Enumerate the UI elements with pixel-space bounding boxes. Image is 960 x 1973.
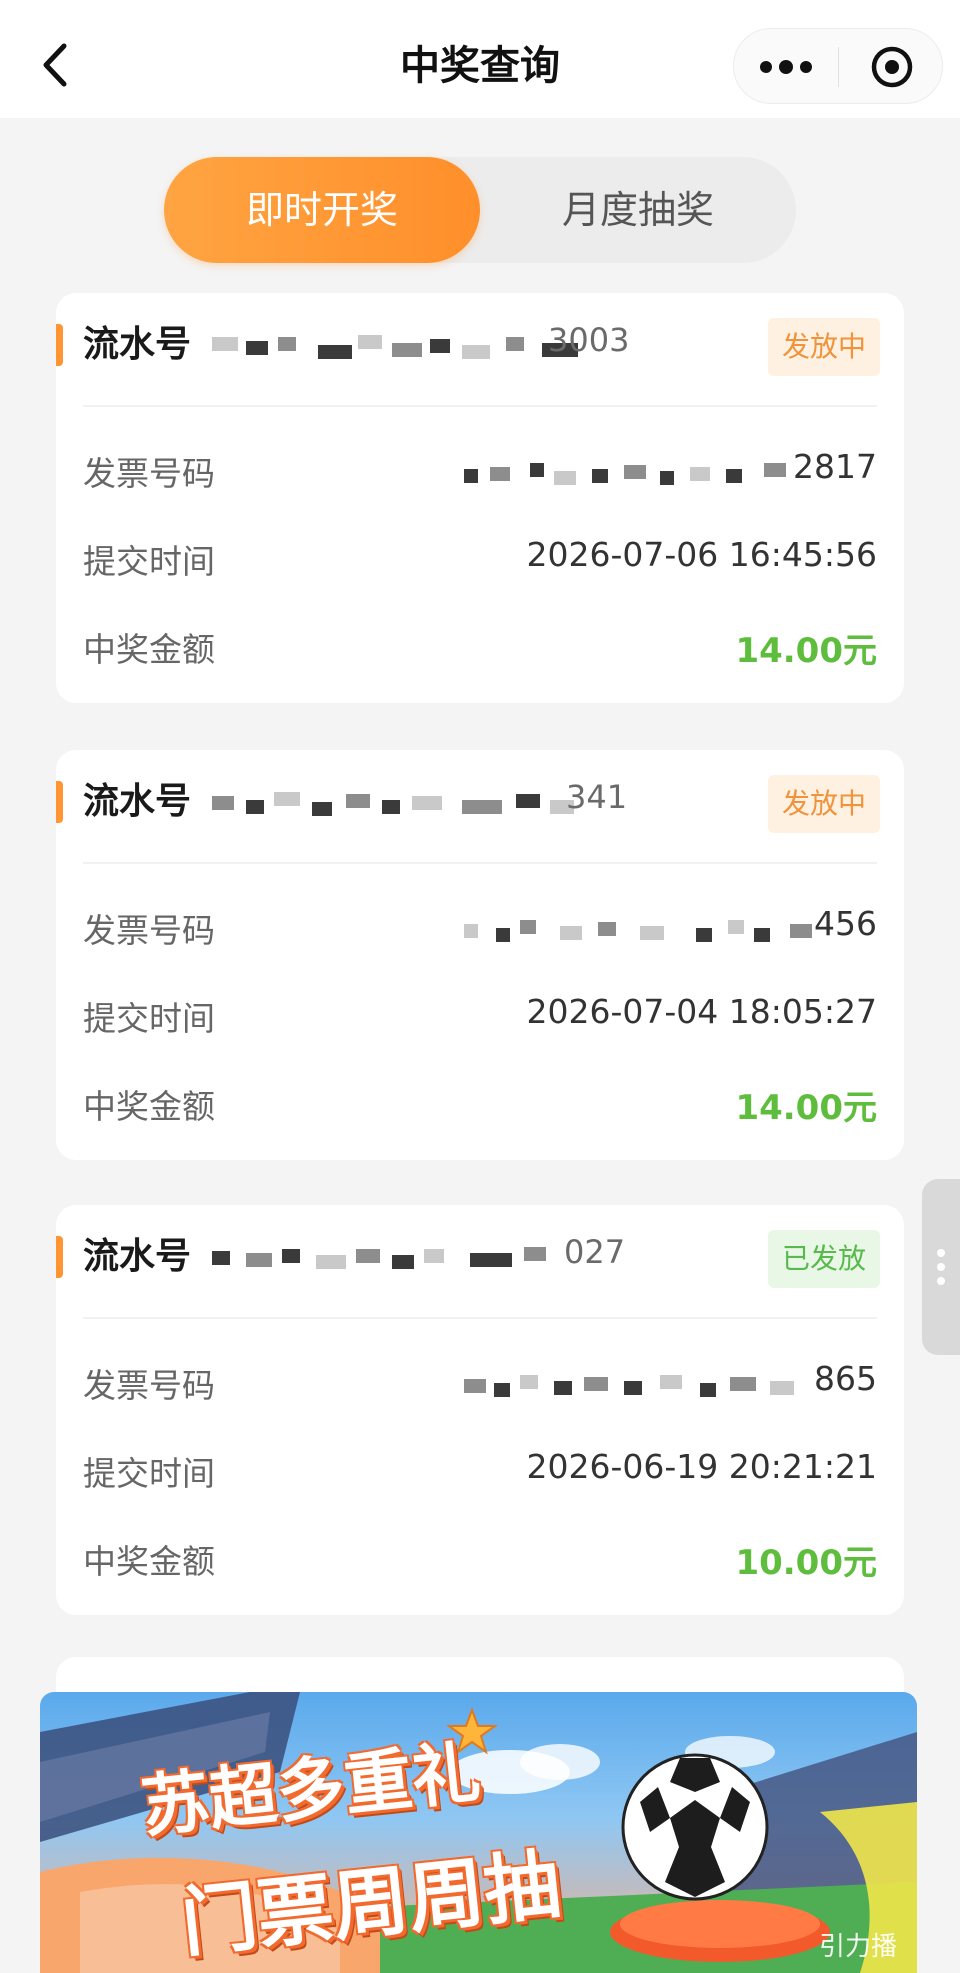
submit-time-value: 2026-07-04 18:05:27	[526, 992, 877, 1031]
promo-banner[interactable]: 苏超多重礼 门票周周抽 引力播	[40, 1692, 917, 1973]
invoice-number-mosaic	[464, 459, 844, 491]
nav-bar: 中奖查询	[0, 0, 960, 118]
vertical-dots-icon	[937, 1249, 945, 1285]
more-button[interactable]	[734, 29, 838, 105]
submit-time-value: 2026-07-06 16:45:56	[526, 535, 877, 574]
serial-number-suffix: 341	[566, 778, 628, 816]
invoice-number-label: 发票号码	[83, 454, 215, 493]
back-button[interactable]	[36, 40, 76, 90]
invoice-number-suffix: 865	[814, 1359, 877, 1398]
prize-record-card[interactable]: 流水号 3003 发放中 发票号码 2817 提交时间 2026-07-06 1…	[56, 293, 904, 703]
prize-record-card[interactable]: 流水号 027 已发放 发票号码 865 提交时间 2026-06-19 20:…	[56, 1205, 904, 1615]
prize-amount-value: 14.00元	[735, 631, 877, 671]
watermark: 引力播	[818, 1932, 897, 1962]
card-divider	[83, 405, 877, 407]
prize-amount-value: 10.00元	[735, 1543, 877, 1583]
submit-time-label: 提交时间	[83, 542, 215, 581]
invoice-number-suffix: 456	[814, 904, 877, 943]
status-badge: 发放中	[767, 775, 880, 833]
chevron-left-icon	[43, 43, 67, 87]
card-accent-bar	[56, 781, 63, 823]
invoice-number-label: 发票号码	[83, 1366, 215, 1405]
serial-number-suffix: 3003	[548, 321, 630, 359]
close-mini-program-button[interactable]	[839, 29, 944, 105]
serial-number-suffix: 027	[564, 1233, 626, 1271]
prize-amount-label: 中奖金额	[83, 1542, 215, 1581]
status-badge: 发放中	[767, 318, 880, 376]
card-divider	[83, 862, 877, 864]
more-dots-icon	[760, 60, 812, 74]
card-accent-bar	[56, 324, 63, 366]
invoice-number-mosaic	[464, 1371, 844, 1403]
prize-amount-label: 中奖金额	[83, 1087, 215, 1126]
prize-amount-label: 中奖金额	[83, 630, 215, 669]
mini-program-capsule	[733, 28, 943, 104]
invoice-number-mosaic	[464, 916, 844, 948]
invoice-number-label: 发票号码	[83, 911, 215, 950]
card-divider	[83, 1317, 877, 1319]
submit-time-label: 提交时间	[83, 1454, 215, 1493]
serial-number-label: 流水号	[83, 324, 192, 365]
card-accent-bar	[56, 1236, 63, 1278]
submit-time-label: 提交时间	[83, 999, 215, 1038]
status-badge: 已发放	[767, 1230, 880, 1288]
invoice-number-suffix: 2817	[793, 447, 877, 486]
tab-instant-draw[interactable]: 即时开奖	[164, 157, 480, 263]
submit-time-value: 2026-06-19 20:21:21	[526, 1447, 877, 1486]
prize-amount-value: 14.00元	[735, 1088, 877, 1128]
prize-record-card[interactable]: 流水号 341 发放中 发票号码 456 提交时间 2026-07-04 18:…	[56, 750, 904, 1160]
side-drawer-handle[interactable]	[922, 1179, 960, 1355]
serial-number-label: 流水号	[83, 1236, 192, 1277]
target-close-icon	[871, 46, 912, 88]
draw-type-tabs: 即时开奖 月度抽奖	[164, 157, 796, 263]
tab-monthly-draw[interactable]: 月度抽奖	[480, 157, 796, 263]
serial-number-mosaic	[206, 1243, 616, 1275]
serial-number-label: 流水号	[83, 781, 192, 822]
serial-number-mosaic	[206, 788, 616, 820]
